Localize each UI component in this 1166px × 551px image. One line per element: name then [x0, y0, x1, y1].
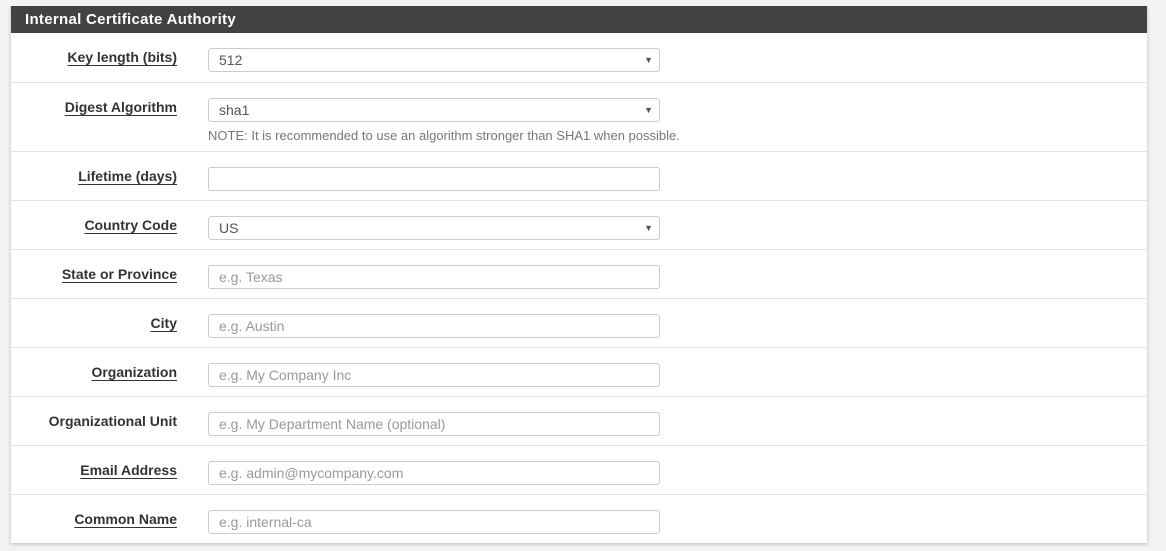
form-row-organization: Organization	[11, 347, 1147, 396]
state-input[interactable]	[208, 265, 660, 289]
lifetime-label: Lifetime (days)	[78, 168, 177, 184]
organization-input[interactable]	[208, 363, 660, 387]
form-row-lifetime: Lifetime (days)	[11, 151, 1147, 200]
lifetime-input[interactable]	[208, 167, 660, 191]
email-label: Email Address	[80, 462, 177, 478]
state-label: State or Province	[61, 266, 177, 282]
form-row-state: State or Province	[11, 249, 1147, 298]
form-row-country-code: Country Code US ▼	[11, 200, 1147, 249]
digest-algorithm-value: sha1	[219, 102, 250, 118]
digest-algorithm-select[interactable]: sha1 ▼	[208, 98, 660, 122]
chevron-down-icon: ▼	[644, 105, 653, 115]
chevron-down-icon: ▼	[644, 55, 653, 65]
form-row-city: City	[11, 298, 1147, 347]
chevron-down-icon: ▼	[644, 223, 653, 233]
internal-ca-panel: Internal Certificate Authority Key lengt…	[10, 6, 1148, 543]
city-input[interactable]	[208, 314, 660, 338]
form-row-key-length: Key length (bits) 512 ▼	[11, 33, 1147, 82]
digest-algorithm-label: Digest Algorithm	[64, 99, 177, 115]
country-code-select[interactable]: US ▼	[208, 216, 660, 240]
digest-algorithm-note: NOTE: It is recommended to use an algori…	[208, 128, 680, 143]
org-unit-input[interactable]	[208, 412, 660, 436]
common-name-input[interactable]	[208, 510, 660, 534]
country-code-label: Country Code	[84, 217, 177, 233]
country-code-value: US	[219, 220, 239, 236]
key-length-value: 512	[219, 52, 243, 68]
city-label: City	[150, 315, 177, 331]
panel-title: Internal Certificate Authority	[11, 6, 1147, 33]
common-name-label: Common Name	[74, 511, 177, 527]
email-input[interactable]	[208, 461, 660, 485]
org-unit-label: Organizational Unit	[48, 413, 177, 429]
key-length-label: Key length (bits)	[67, 49, 177, 65]
form-row-digest-algorithm: Digest Algorithm sha1 ▼ NOTE: It is reco…	[11, 82, 1147, 151]
form-row-email: Email Address	[11, 445, 1147, 494]
key-length-select[interactable]: 512 ▼	[208, 48, 660, 72]
form-row-common-name: Common Name	[11, 494, 1147, 543]
form-row-org-unit: Organizational Unit	[11, 396, 1147, 445]
organization-label: Organization	[91, 364, 177, 380]
